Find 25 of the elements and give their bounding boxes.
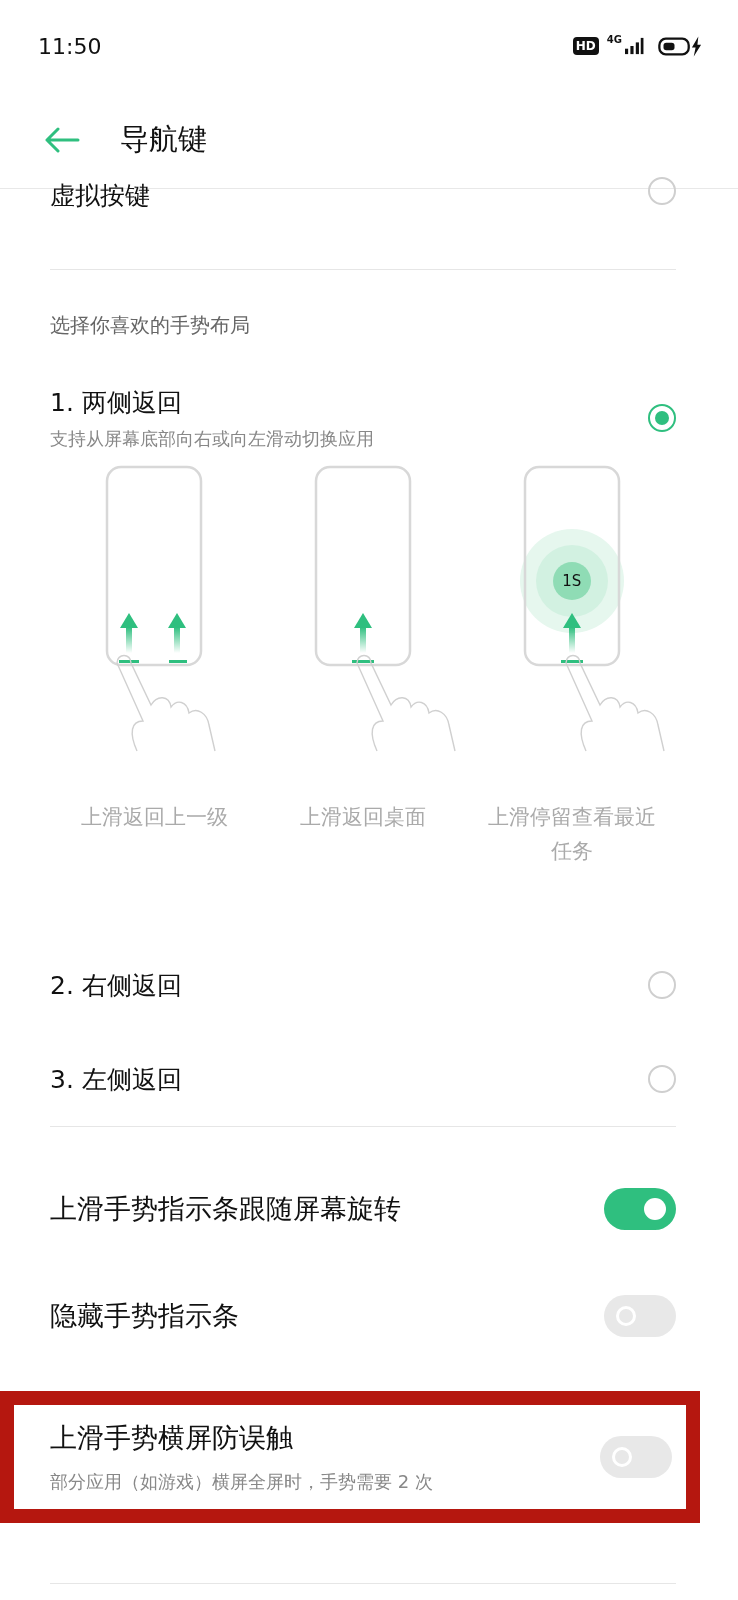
network-label: 4G — [606, 33, 622, 45]
option-label: 虚拟按键 — [50, 180, 150, 212]
setting-label: 隐藏手势指示条 — [50, 1298, 239, 1333]
status-time: 11:50 — [38, 33, 102, 59]
gesture-caption: 上滑返回桌面 — [299, 804, 427, 831]
signal-icon — [624, 37, 644, 55]
back-arrow-icon[interactable] — [44, 127, 80, 153]
setting-description: 部分应用（如游戏）横屏全屏时，手势需要 2 次 — [50, 1470, 433, 1495]
hd-badge: HD — [572, 37, 599, 55]
section-label: 选择你喜欢的手势布局 — [50, 312, 251, 339]
radio-button[interactable] — [648, 177, 676, 205]
battery-charging-icon — [658, 35, 702, 57]
page-title: 导航键 — [120, 121, 207, 158]
option-label: 2. 右侧返回 — [50, 969, 182, 1002]
gesture-caption: 上滑返回上一级 — [79, 804, 229, 831]
toggle-switch[interactable] — [604, 1187, 676, 1230]
option-description: 支持从屏幕底部向右或向左滑动切换应用 — [50, 426, 374, 451]
option-label: 1. 两侧返回 — [50, 386, 183, 419]
radio-button[interactable] — [648, 971, 676, 1000]
setting-label: 上滑手势横屏防误触 — [50, 1421, 294, 1456]
radio-button[interactable] — [648, 1065, 676, 1094]
option-label: 3. 左侧返回 — [50, 1063, 182, 1096]
gesture-caption: 上滑停留查看最近任务 — [486, 804, 657, 865]
radio-button[interactable] — [648, 404, 676, 432]
setting-label: 上滑手势指示条跟随屏幕旋转 — [50, 1191, 401, 1226]
